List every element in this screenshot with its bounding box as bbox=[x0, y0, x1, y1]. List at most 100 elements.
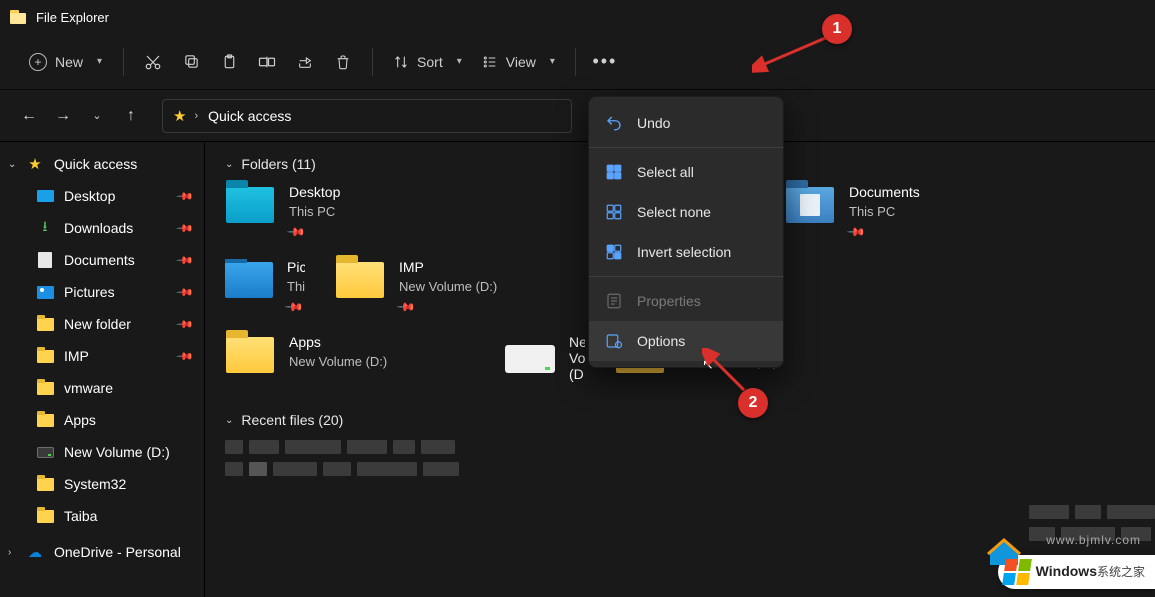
documents-folder-icon bbox=[786, 187, 834, 223]
watermark-url: www.bjmlv.com bbox=[1046, 533, 1141, 547]
body: ⌄ ★ Quick access Desktop📌⭳Downloads📌Docu… bbox=[0, 142, 1155, 597]
folder-icon bbox=[336, 262, 384, 298]
sidebar-item-label: Apps bbox=[64, 412, 96, 428]
sidebar-item-label: Taiba bbox=[64, 508, 97, 524]
new-button[interactable]: + New ▾ bbox=[18, 44, 113, 80]
sort-button[interactable]: Sort ▾ bbox=[383, 44, 472, 80]
paste-button[interactable] bbox=[210, 44, 248, 80]
sidebar-onedrive[interactable]: › ☁ OneDrive - Personal bbox=[0, 536, 204, 568]
more-button[interactable]: ••• bbox=[586, 44, 624, 80]
navigation-bar: ← → ⌄ ↑ ★ › Quick access bbox=[0, 90, 1155, 142]
recent-group-header[interactable]: ⌄ Recent files (20) bbox=[225, 412, 1135, 428]
pictures-folder-icon bbox=[225, 262, 273, 298]
star-icon: ★ bbox=[26, 156, 44, 172]
copy-button[interactable] bbox=[172, 44, 210, 80]
tile-name: Pictures bbox=[287, 259, 305, 275]
command-bar: + New ▾ Sort ▾ View ▾ ••• bbox=[0, 34, 1155, 90]
cloud-icon: ☁ bbox=[26, 544, 44, 560]
address-bar[interactable]: ★ › Quick access bbox=[162, 99, 572, 133]
chevron-down-icon: ⌄ bbox=[8, 159, 22, 170]
undo-icon bbox=[605, 114, 623, 132]
sidebar-item[interactable]: Pictures📌 bbox=[0, 276, 204, 308]
sidebar-item[interactable]: Taiba bbox=[0, 500, 204, 532]
menu-item-label: Properties bbox=[637, 293, 701, 309]
delete-button[interactable] bbox=[324, 44, 362, 80]
sidebar-item-label: vmware bbox=[64, 380, 113, 396]
select-none-icon bbox=[605, 203, 623, 221]
cut-button[interactable] bbox=[134, 44, 172, 80]
sidebar-item[interactable]: IMP📌 bbox=[0, 340, 204, 372]
folder-tile[interactable]: PicturesThis PC📌 bbox=[225, 259, 305, 316]
title-bar: File Explorer bbox=[0, 0, 1155, 34]
separator bbox=[123, 48, 124, 76]
sidebar-item[interactable]: New Volume (D:) bbox=[0, 436, 204, 468]
sort-icon bbox=[393, 54, 409, 70]
rename-icon bbox=[258, 54, 276, 70]
tile-name: Desktop bbox=[289, 184, 340, 200]
desktop-folder-icon bbox=[226, 187, 274, 223]
tile-name: New Volume (D:) bbox=[569, 334, 585, 382]
pin-icon: 📌 bbox=[284, 297, 304, 316]
chevron-down-icon: ▾ bbox=[97, 56, 102, 67]
watermark-tagline: 系统之家 bbox=[1097, 565, 1145, 579]
picture-icon bbox=[37, 286, 54, 299]
new-label: New bbox=[55, 54, 83, 70]
invert-icon bbox=[605, 243, 623, 261]
select-all-icon bbox=[605, 163, 623, 181]
tile-name: Documents bbox=[849, 184, 920, 200]
sidebar-item[interactable]: vmware bbox=[0, 372, 204, 404]
rename-button[interactable] bbox=[248, 44, 286, 80]
sidebar-item[interactable]: Apps bbox=[0, 404, 204, 436]
forward-button[interactable]: → bbox=[46, 99, 80, 133]
callout-2: 2 bbox=[738, 388, 768, 418]
menu-separator bbox=[589, 147, 783, 148]
menu-item-undo[interactable]: Undo bbox=[589, 103, 783, 143]
sidebar-item[interactable]: ⭳Downloads📌 bbox=[0, 212, 204, 244]
back-button[interactable]: ← bbox=[12, 99, 46, 133]
address-location: Quick access bbox=[208, 108, 291, 124]
sidebar-item-label: Desktop bbox=[64, 188, 115, 204]
folder-icon bbox=[37, 350, 54, 363]
separator bbox=[575, 48, 576, 76]
share-button[interactable] bbox=[286, 44, 324, 80]
sidebar-item[interactable]: System32 bbox=[0, 468, 204, 500]
navigation-pane[interactable]: ⌄ ★ Quick access Desktop📌⭳Downloads📌Docu… bbox=[0, 142, 205, 597]
folder-tile[interactable]: DocumentsThis PC📌 bbox=[785, 184, 1035, 241]
menu-item-label: Undo bbox=[637, 115, 670, 131]
sidebar-item-label: Pictures bbox=[64, 284, 115, 300]
menu-item-properties: Properties bbox=[589, 281, 783, 321]
drive-icon bbox=[505, 345, 555, 373]
folder-tile[interactable]: New Volume (D:) bbox=[505, 334, 585, 386]
sidebar-item-label: Documents bbox=[64, 252, 135, 268]
sidebar-item[interactable]: Documents📌 bbox=[0, 244, 204, 276]
view-button[interactable]: View ▾ bbox=[472, 44, 565, 80]
sidebar-item[interactable]: New folder📌 bbox=[0, 308, 204, 340]
watermark-badge: Windows系统之家 bbox=[998, 555, 1155, 589]
menu-item-select-none[interactable]: Select none bbox=[589, 192, 783, 232]
up-button[interactable]: ↑ bbox=[114, 99, 148, 133]
callout-1: 1 bbox=[822, 14, 852, 44]
pin-icon: 📌 bbox=[286, 222, 306, 242]
tile-subtitle: New Volume (D:) bbox=[399, 279, 497, 294]
menu-item-select-all[interactable]: Select all bbox=[589, 152, 783, 192]
sidebar-quick-access[interactable]: ⌄ ★ Quick access bbox=[0, 148, 204, 180]
tile-subtitle: This PC bbox=[849, 204, 920, 219]
more-options-menu: Undo Select all Select none Invert selectio… bbox=[588, 96, 784, 368]
folder-tile[interactable]: AppsNew Volume (D:) bbox=[225, 334, 475, 386]
menu-item-label: Select all bbox=[637, 164, 694, 180]
tile-name: IMP bbox=[399, 259, 497, 275]
menu-item-invert-selection[interactable]: Invert selection bbox=[589, 232, 783, 272]
recent-locations-button[interactable]: ⌄ bbox=[80, 99, 114, 133]
copy-icon bbox=[183, 53, 200, 70]
app-icon bbox=[10, 10, 26, 24]
folder-icon bbox=[37, 478, 54, 491]
menu-item-label: Options bbox=[637, 333, 685, 349]
sidebar-item-label: System32 bbox=[64, 476, 126, 492]
folder-tile[interactable]: IMPNew Volume (D:)📌 bbox=[335, 259, 585, 316]
menu-item-label: Select none bbox=[637, 204, 711, 220]
menu-item-options[interactable]: Options bbox=[589, 321, 783, 361]
options-icon bbox=[605, 332, 623, 350]
view-icon bbox=[482, 54, 498, 70]
folder-tile[interactable]: DesktopThis PC📌 bbox=[225, 184, 475, 241]
sidebar-item[interactable]: Desktop📌 bbox=[0, 180, 204, 212]
